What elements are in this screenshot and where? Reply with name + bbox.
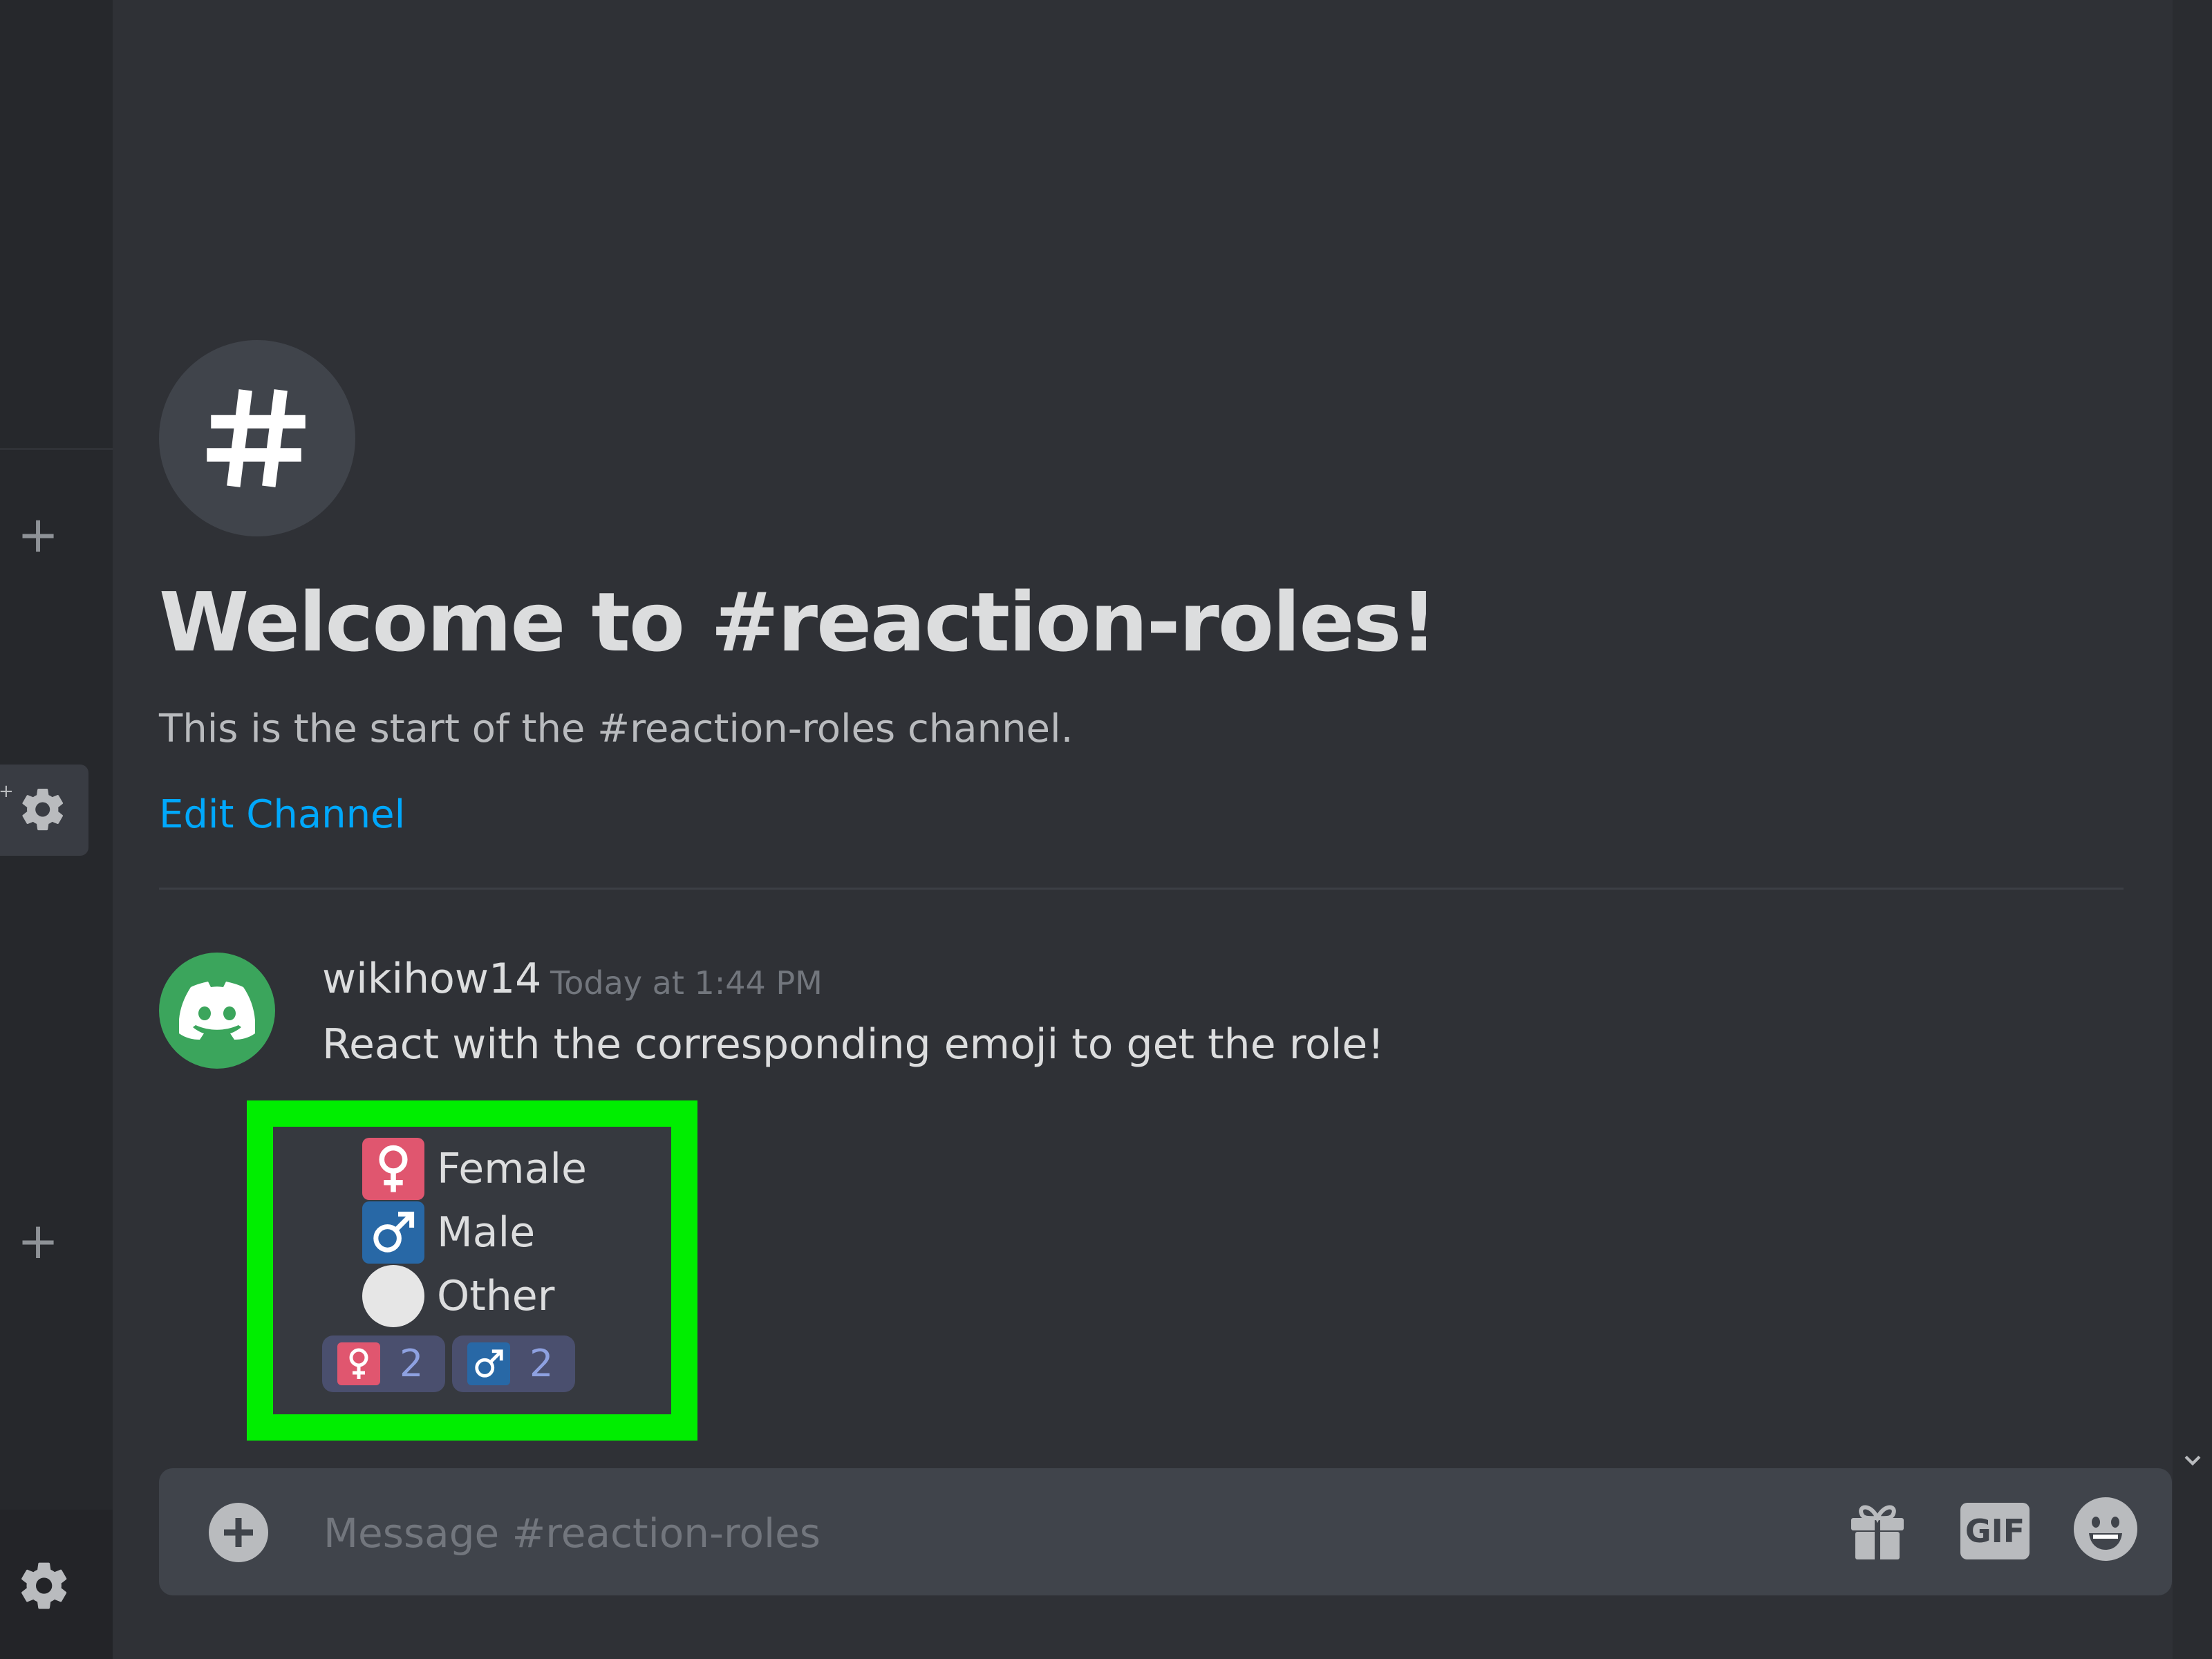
white-circle-icon — [362, 1265, 424, 1327]
message-timestamp: Today at 1:44 PM — [550, 964, 823, 1002]
message-divider — [159, 888, 2124, 890]
user-settings-icon[interactable] — [17, 1558, 72, 1616]
edit-channel-link[interactable]: Edit Channel — [159, 784, 405, 846]
female-sign-icon — [362, 1138, 424, 1200]
welcome-subtitle: This is the start of the #reaction-roles… — [159, 706, 1074, 751]
welcome-title: Welcome to #reaction-roles! — [159, 574, 1437, 670]
chevron-down-icon[interactable] — [2181, 1449, 2204, 1475]
reaction-count: 2 — [400, 1342, 424, 1385]
role-label: Male — [437, 1208, 536, 1257]
sidebar-divider — [0, 448, 113, 450]
channel-settings-icon[interactable] — [18, 785, 68, 837]
reaction-female[interactable]: 2 — [322, 1335, 445, 1392]
male-sign-icon — [362, 1201, 424, 1264]
gift-icon[interactable] — [1847, 1497, 1908, 1564]
emoji-picker-icon[interactable] — [2072, 1496, 2139, 1565]
message-input[interactable] — [322, 1501, 1777, 1565]
female-sign-icon — [337, 1342, 380, 1385]
scrollbar-track[interactable] — [2173, 0, 2212, 1659]
add-attachment-icon[interactable] — [207, 1501, 270, 1566]
hash-icon — [159, 340, 355, 536]
role-option-other: Other — [362, 1265, 554, 1327]
gif-button[interactable]: GIF — [1960, 1503, 2030, 1559]
add-channel-icon-2[interactable]: + — [15, 1216, 61, 1266]
role-label: Other — [437, 1272, 555, 1320]
role-label: Female — [437, 1145, 587, 1193]
reaction-count: 2 — [529, 1342, 554, 1385]
role-option-male: Male — [362, 1201, 535, 1264]
reaction-male[interactable]: 2 — [452, 1335, 575, 1392]
add-channel-icon[interactable]: + — [15, 509, 61, 559]
message-text: React with the corresponding emoji to ge… — [322, 1020, 1385, 1069]
message-author[interactable]: wikihow14 — [322, 950, 541, 1008]
male-sign-icon — [467, 1342, 510, 1385]
role-option-female: Female — [362, 1138, 587, 1200]
channel-marker-icon: + — [0, 781, 14, 802]
avatar[interactable] — [159, 953, 275, 1069]
